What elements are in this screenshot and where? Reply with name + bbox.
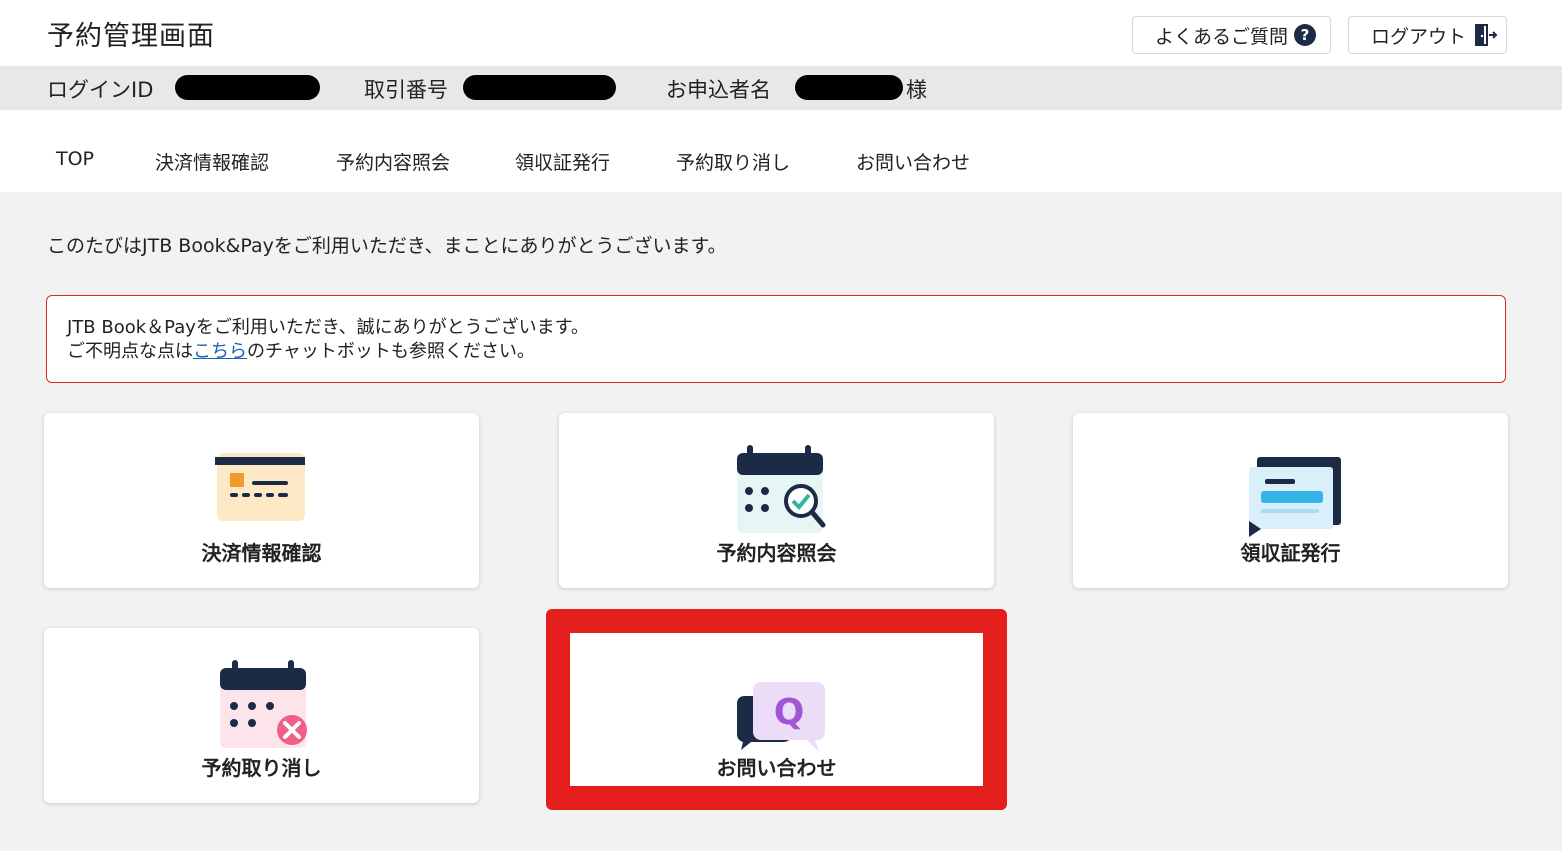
- card-label: お問い合わせ: [716, 756, 837, 780]
- logout-button[interactable]: ログアウト: [1348, 16, 1507, 54]
- chatbot-link[interactable]: こちら: [193, 341, 247, 362]
- login-id-redacted: [175, 75, 320, 100]
- nav-payment-info[interactable]: 決済情報確認: [155, 148, 269, 175]
- welcome-message: このたびはJTB Book&Payをご利用いただき、まことにありがとうございます…: [47, 235, 727, 257]
- card-label: 領収証発行: [1240, 541, 1341, 565]
- credit-card-icon: [214, 453, 305, 521]
- card-reservation-inquiry[interactable]: 予約内容照会: [559, 413, 994, 588]
- card-cancel[interactable]: 予約取り消し: [44, 628, 479, 803]
- transaction-number-label: 取引番号: [364, 78, 448, 102]
- notice-line-2-suffix: のチャットボットも参照ください。: [247, 341, 535, 362]
- card-payment-info[interactable]: 決済情報確認: [44, 413, 479, 588]
- applicant-name-redacted: [795, 75, 903, 100]
- notice-line-2: ご不明点な点はこちらのチャットボットも参照ください。: [67, 340, 1505, 364]
- faq-label: よくあるご質問: [1155, 25, 1289, 48]
- account-info-bar: ログインID 取引番号 お申込者名 様: [0, 66, 1562, 110]
- transaction-number-redacted: [463, 75, 616, 100]
- receipt-icon: [1248, 457, 1341, 537]
- notice-line-1: JTB Book＆Payをご利用いただき、誠にありがとうございます。: [67, 317, 589, 338]
- nav-reservation-inquiry[interactable]: 予約内容照会: [336, 148, 450, 175]
- nav-contact[interactable]: お問い合わせ: [856, 148, 970, 175]
- card-label: 予約取り消し: [201, 756, 322, 780]
- card-label: 予約内容照会: [716, 541, 837, 565]
- calendar-cancel-icon: [219, 660, 307, 748]
- top-header: 予約管理画面 よくあるご質問 ? ログアウト: [0, 0, 1562, 66]
- faq-button[interactable]: よくあるご質問 ?: [1132, 16, 1331, 54]
- login-id-label: ログインID: [47, 78, 154, 102]
- nav-receipt[interactable]: 領収証発行: [515, 148, 610, 175]
- nav-top[interactable]: TOP: [56, 148, 94, 170]
- card-contact[interactable]: Q お問い合わせ: [559, 628, 994, 803]
- question-icon: ?: [1294, 24, 1317, 46]
- main-nav: TOP 決済情報確認 予約内容照会 領収証発行 予約取り消し お問い合わせ: [0, 110, 1562, 192]
- page-title: 予約管理画面: [47, 21, 215, 52]
- svg-text:Q: Q: [773, 692, 804, 733]
- calendar-search-icon: [736, 445, 825, 533]
- notice-line-2-prefix: ご不明点な点は: [67, 341, 193, 362]
- logout-icon: [1475, 24, 1498, 46]
- logout-label: ログアウト: [1371, 25, 1467, 48]
- card-label: 決済情報確認: [201, 541, 322, 565]
- notice-box: JTB Book＆Payをご利用いただき、誠にありがとうございます。 ご不明点な…: [46, 295, 1506, 383]
- applicant-suffix: 様: [906, 78, 927, 102]
- applicant-name-label: お申込者名: [666, 78, 771, 102]
- chat-question-icon: Q: [736, 682, 825, 752]
- card-receipt[interactable]: 領収証発行: [1073, 413, 1508, 588]
- nav-cancel[interactable]: 予約取り消し: [676, 148, 790, 175]
